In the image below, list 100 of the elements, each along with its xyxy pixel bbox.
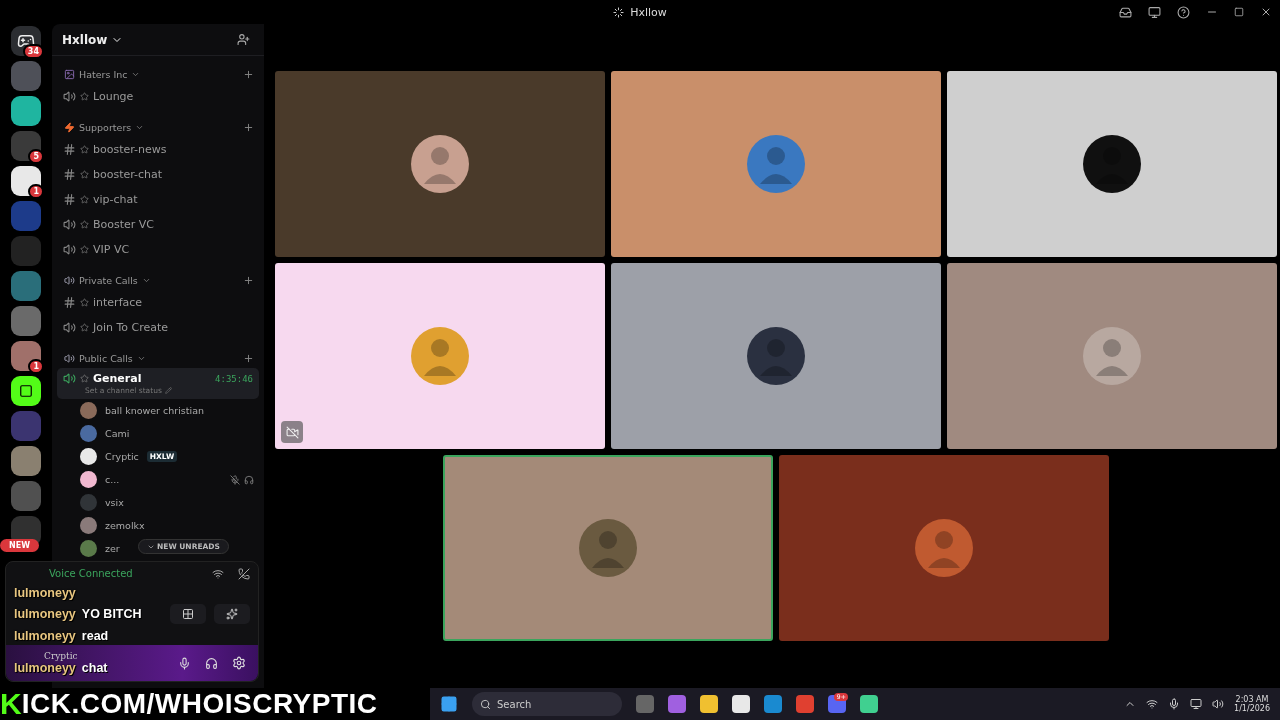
speaker-icon [63,321,76,334]
voice-status: Voice Connected [48,568,133,579]
call-timer: 4:35:46 [215,373,253,384]
disconnect-icon[interactable] [238,567,250,580]
channel-item[interactable]: booster-news [57,137,259,162]
invite-icon[interactable] [237,33,250,46]
video-off-button[interactable] [281,421,303,443]
channel-item[interactable]: interface [57,290,259,315]
headphones-icon[interactable] [205,656,218,670]
channel-item[interactable]: Lounge [57,84,259,109]
member-name[interactable]: Cami [105,428,130,439]
server-icon[interactable]: 1 [11,341,41,371]
server-icon[interactable] [11,376,41,406]
unread-badge: 1 [28,359,44,374]
speaker-icon [63,243,76,256]
lightning-icon [64,121,75,133]
grid-icon [182,608,194,620]
star-icon [80,195,89,204]
hash-icon [63,193,76,206]
avatar [1082,134,1142,194]
server-name[interactable]: Hxllow [62,32,124,47]
avatar [1082,326,1142,386]
channel-item[interactable]: booster-chat [57,162,259,187]
member-name[interactable]: zer [105,543,120,554]
category-name[interactable]: Supporters [79,121,132,133]
speaker-icon [63,90,76,103]
star-icon [80,92,89,101]
video-tile[interactable] [611,263,941,449]
star-icon [80,145,89,154]
browser-icon[interactable] [796,695,814,713]
category-name[interactable]: Public Calls [79,352,133,364]
chat-message: lulmoneyy [14,585,76,600]
start-icon[interactable] [440,695,458,713]
inbox-icon[interactable] [1119,5,1132,19]
store-icon[interactable] [732,695,750,713]
add-icon[interactable] [243,68,254,80]
video-tile[interactable] [275,71,605,257]
microphone-icon[interactable] [178,656,191,670]
avatar [410,326,470,386]
browser-icon[interactable] [764,695,782,713]
settings-icon[interactable] [232,656,246,670]
video-tile[interactable] [611,71,941,257]
server-icon[interactable]: 1 [11,166,41,196]
maximize-icon[interactable] [1234,7,1244,17]
member-name[interactable]: ball knower christian [105,405,204,416]
activity-button[interactable] [170,604,206,624]
sparkles-icon [226,608,238,620]
signal-icon[interactable] [212,567,224,580]
server-icon[interactable]: 5 [11,131,41,161]
volume-icon[interactable] [1212,698,1225,710]
username: Cryptic [43,651,79,661]
unread-badge: 34 [22,44,44,59]
video-tile[interactable] [947,263,1277,449]
channel-item[interactable]: Join To Create [57,315,259,340]
video-tile[interactable] [779,455,1109,641]
video-tile[interactable] [443,455,773,641]
channel-item[interactable]: vip-chat [57,187,259,212]
member-name[interactable]: zemolkx [105,520,145,531]
chat-message: lulmoneyy YO BITCH [14,607,142,621]
hash-icon [63,143,76,156]
member-name[interactable]: Cryptic [105,451,139,462]
display-icon[interactable] [1190,698,1203,710]
kick-logo: K [0,689,22,719]
chat-message: lulmoneyy read [14,628,109,643]
monitor-icon[interactable] [1148,5,1161,19]
clock[interactable]: 2:03 AM 1/1/2026 [1234,695,1270,713]
search-field[interactable]: Search [472,692,622,716]
help-icon[interactable] [1177,5,1190,19]
network-icon[interactable] [1146,698,1159,710]
square-icon [19,384,33,398]
star-icon [80,245,89,254]
close-icon[interactable] [1260,6,1272,18]
video-tile[interactable] [947,71,1277,257]
home-button[interactable]: 34 [11,26,41,56]
category-name[interactable]: Haters Inc [79,68,128,80]
channel-item[interactable]: VIP VC [57,237,259,262]
channel-item[interactable]: Booster VC [57,212,259,237]
muted-icon [230,474,240,485]
app-icon[interactable] [668,695,686,713]
add-icon[interactable] [243,121,254,133]
hash-icon [63,296,76,309]
video-off-icon [285,425,299,439]
banner-text: ICK.COM/WHOISCRYPTIC [21,690,378,718]
image-icon [64,68,75,80]
add-icon[interactable] [243,352,254,364]
add-icon[interactable] [243,274,254,286]
member-name[interactable]: vsix [105,497,124,508]
app-icon[interactable] [860,695,878,713]
avatar [410,134,470,194]
search-icon [480,698,491,710]
speaker-icon [64,274,75,286]
microphone-icon[interactable] [1168,698,1181,710]
server-icon[interactable] [11,96,41,126]
folder-icon[interactable] [700,695,718,713]
category-name[interactable]: Private Calls [79,274,138,286]
video-tile[interactable] [275,263,605,449]
avatar [746,134,806,194]
member-name[interactable]: c... [105,474,120,485]
speaker-icon [63,218,76,231]
soundboard-button[interactable] [214,604,250,624]
